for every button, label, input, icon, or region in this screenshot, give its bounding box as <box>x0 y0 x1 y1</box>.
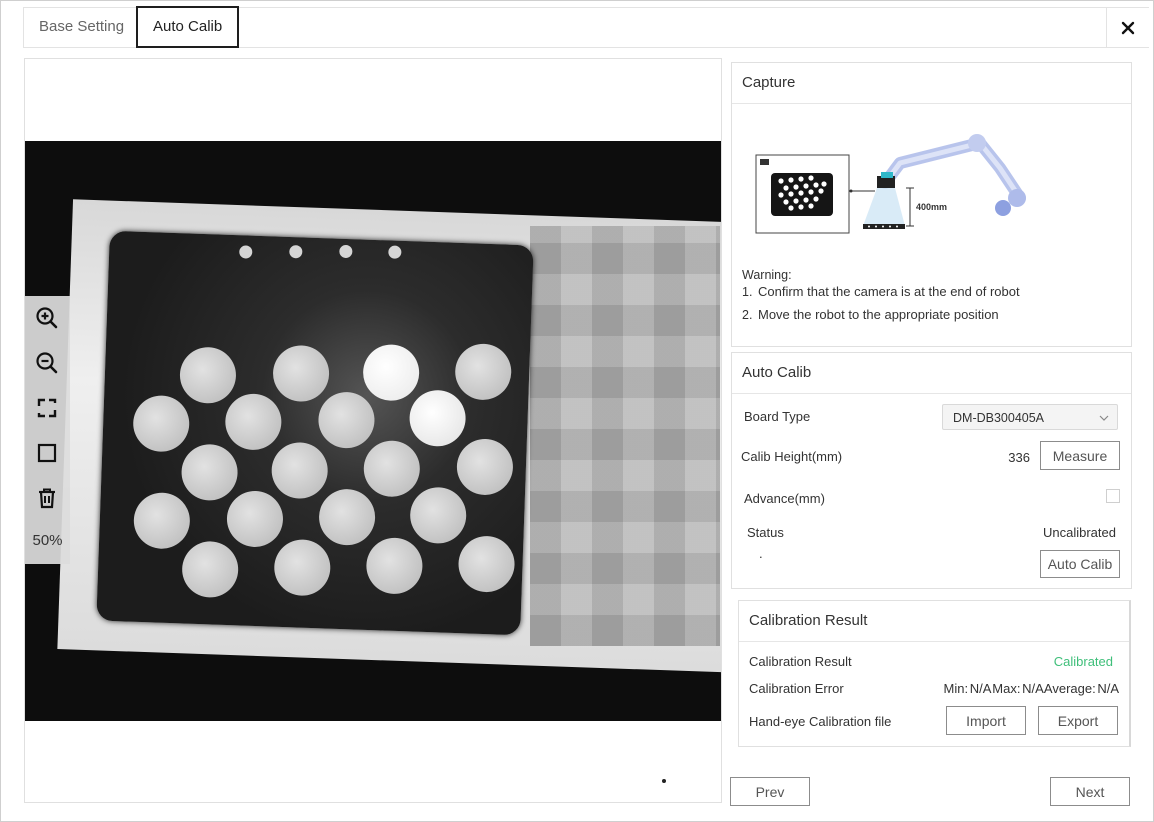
delete-icon <box>39 488 55 509</box>
warning-number: 2. <box>742 308 753 322</box>
viewer-toolbar: 50% <box>25 296 70 564</box>
warning-item: 2. Move the robot to the appropriate posi… <box>742 307 999 322</box>
warning-text: Move the robot to the appropriate positi… <box>758 307 999 322</box>
zoom-out-button[interactable] <box>35 351 59 375</box>
advance-label: Advance(mm) <box>744 491 825 506</box>
close-button[interactable] <box>1106 8 1149 47</box>
calibration-board <box>96 230 534 636</box>
calib-height-label: Calib Height(mm) <box>741 449 843 464</box>
result-value: Calibrated <box>1053 654 1113 669</box>
status-detail: . <box>759 546 763 561</box>
warning-text: Confirm that the camera is at the end of… <box>758 284 1020 299</box>
auto-calib-title: Auto Calib <box>732 353 1131 394</box>
warning-item: 1. Confirm that the camera is at the end … <box>742 284 1020 299</box>
error-label: Calibration Error <box>749 681 844 696</box>
close-icon <box>1121 21 1135 34</box>
image-viewer[interactable] <box>24 58 722 803</box>
next-button[interactable]: Next <box>1050 777 1130 806</box>
export-button[interactable]: Export <box>1038 706 1118 735</box>
file-label: Hand-eye Calibration file <box>749 714 892 729</box>
board-type-value: DM-DB300405A <box>953 411 1045 425</box>
warning-number: 1. <box>742 285 753 299</box>
calibration-dialog: Base Setting Auto Calib 50% Capture 400m… <box>0 0 1154 822</box>
cursor-dot <box>662 779 666 783</box>
camera-image[interactable] <box>25 141 721 721</box>
zoom-in-icon <box>36 307 58 329</box>
board-type-label: Board Type <box>744 409 811 424</box>
tab-base-setting[interactable]: Base Setting <box>24 8 139 46</box>
capture-panel: Capture 400mm Warning: 1. Confirm that t… <box>731 62 1132 347</box>
prev-button[interactable]: Prev <box>730 777 810 806</box>
measure-button[interactable]: Measure <box>1040 441 1120 470</box>
error-value: Min: N/A Max: N/A Average: N/A <box>943 681 1119 696</box>
fit-screen-button[interactable] <box>35 396 59 420</box>
calibration-result-panel: Calibration Result Calibration Result Ca… <box>738 600 1131 747</box>
import-button[interactable]: Import <box>946 706 1026 735</box>
status-label: Status <box>747 525 784 540</box>
chevron-down-icon <box>1099 415 1109 421</box>
calibration-result-title: Calibration Result <box>739 601 1129 642</box>
zoom-level: 50% <box>32 532 63 549</box>
select-rect-icon <box>37 443 57 463</box>
zoom-out-icon <box>36 352 58 374</box>
capture-title: Capture <box>732 63 1131 104</box>
result-label: Calibration Result <box>749 654 852 669</box>
status-value: Uncalibrated <box>1043 525 1116 540</box>
delete-button[interactable] <box>35 486 59 510</box>
capture-illustration: 400mm <box>755 134 1026 234</box>
advance-checkbox[interactable] <box>1106 489 1120 503</box>
calib-height-value: 336 <box>1008 450 1030 465</box>
warning-title: Warning: <box>742 268 792 282</box>
zoom-in-button[interactable] <box>35 306 59 330</box>
auto-calib-button[interactable]: Auto Calib <box>1040 550 1120 578</box>
board-type-select[interactable]: DM-DB300405A <box>942 404 1118 430</box>
select-rect-button[interactable] <box>35 441 59 465</box>
svg-text:400mm: 400mm <box>916 202 947 212</box>
auto-calib-panel: Auto Calib Board Type DM-DB300405A Calib… <box>731 352 1132 589</box>
tab-bar: Base Setting Auto Calib <box>23 6 1149 48</box>
fit-screen-icon <box>37 398 57 418</box>
pixelated-region <box>530 226 720 646</box>
tab-auto-calib[interactable]: Auto Calib <box>136 6 240 48</box>
